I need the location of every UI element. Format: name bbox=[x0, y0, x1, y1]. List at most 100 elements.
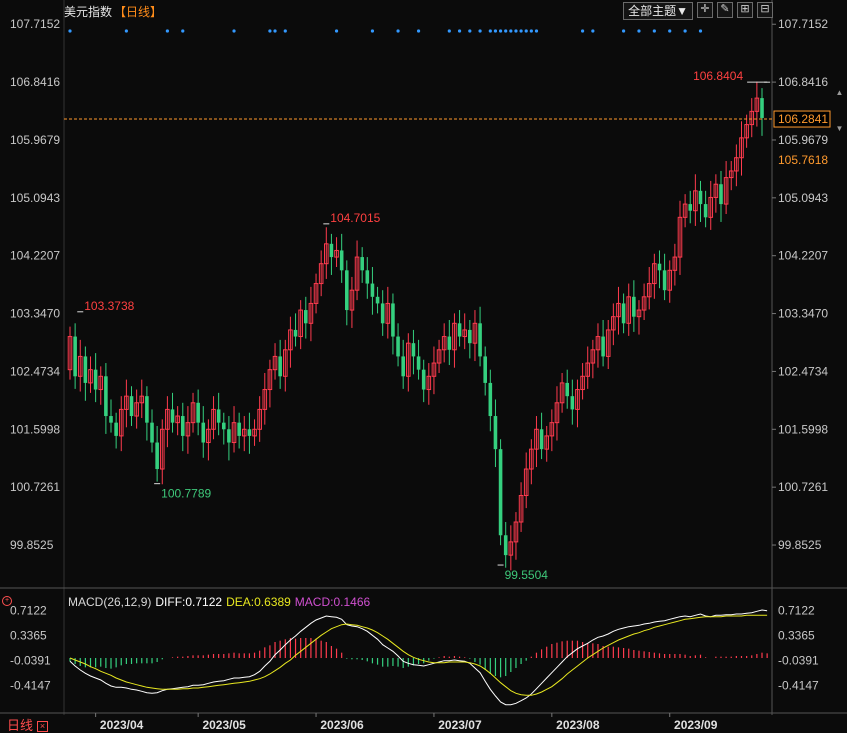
price-tick-left: 105.0943 bbox=[10, 191, 60, 205]
time-axis-label: 2023/06 bbox=[320, 718, 364, 732]
macd-legend: MACD(26,12,9) DIFF:0.7122 DEA:0.6389 MACD:0… bbox=[68, 594, 374, 610]
candle-body bbox=[345, 270, 349, 311]
price-tick-left: 105.9679 bbox=[10, 133, 60, 147]
price-tick-right: 104.2207 bbox=[778, 249, 828, 263]
draw-tool-icon[interactable]: ✎ bbox=[717, 2, 733, 18]
candle-body bbox=[468, 329, 472, 344]
candle-body bbox=[503, 535, 508, 556]
crosshair-tool-icon[interactable]: ✛ bbox=[697, 2, 713, 18]
event-dot bbox=[652, 29, 656, 33]
price-tick-left: 101.5998 bbox=[10, 422, 60, 436]
candle-body bbox=[411, 343, 416, 357]
event-dot bbox=[493, 29, 498, 33]
candle-body bbox=[114, 422, 118, 436]
event-dot bbox=[524, 29, 528, 33]
candle-body bbox=[93, 369, 98, 390]
macd-tick-right: 0.7122 bbox=[778, 604, 815, 618]
secondary-price-label: 105.7618 bbox=[778, 153, 828, 167]
macd-diff-value: DIFF:0.7122 bbox=[155, 595, 223, 609]
candle-body bbox=[201, 422, 206, 443]
top-toolbar: 全部主题▼ ✛ ✎ ⊞ ⊟ bbox=[623, 2, 773, 20]
indicator-settings-icon[interactable]: + bbox=[2, 596, 12, 606]
candle-body bbox=[565, 382, 570, 397]
candle-body bbox=[621, 303, 626, 324]
candle-body bbox=[447, 336, 452, 350]
macd-tick-right: 0.3365 bbox=[778, 629, 815, 643]
event-dot bbox=[370, 29, 375, 33]
price-tick-right: 105.0943 bbox=[778, 191, 828, 205]
candle-body bbox=[401, 356, 405, 377]
candle-body bbox=[498, 449, 503, 536]
event-dot bbox=[283, 29, 287, 33]
candle-body bbox=[703, 204, 708, 218]
event-dot bbox=[468, 29, 472, 33]
event-dot bbox=[514, 29, 518, 33]
event-dot bbox=[622, 29, 626, 33]
candle-body bbox=[396, 336, 400, 357]
macd-dea-value: DEA:0.6389 bbox=[226, 595, 291, 609]
candle-body bbox=[247, 429, 252, 436]
chart-title: 美元指数 【日线】 bbox=[64, 3, 162, 21]
event-dot bbox=[181, 29, 185, 33]
price-tick-right: 105.9679 bbox=[778, 133, 828, 147]
candle-body bbox=[632, 296, 636, 317]
candle-body bbox=[293, 329, 298, 337]
time-axis-label: 2023/08 bbox=[556, 718, 600, 732]
macd-tick-right: -0.0391 bbox=[778, 654, 819, 668]
candle-body bbox=[104, 376, 108, 417]
period-tab-daily[interactable]: 日线 bbox=[7, 718, 33, 733]
event-dot bbox=[68, 29, 72, 33]
candle-body bbox=[483, 356, 487, 383]
period-label: 【日线】 bbox=[114, 5, 163, 19]
event-dot bbox=[698, 29, 703, 33]
time-axis-label: 2023/07 bbox=[438, 718, 482, 732]
candle-body bbox=[221, 422, 226, 430]
candle-body bbox=[303, 310, 308, 324]
theme-select-button[interactable]: 全部主题▼ bbox=[623, 2, 693, 20]
close-icon[interactable]: × bbox=[37, 721, 48, 732]
scroll-down-icon[interactable]: ▼ bbox=[835, 124, 844, 133]
event-dot bbox=[519, 29, 523, 33]
candle-body bbox=[662, 270, 667, 291]
price-tick-right: 100.7261 bbox=[778, 480, 828, 494]
scroll-up-icon[interactable]: ▲ bbox=[835, 88, 844, 97]
candle-body bbox=[329, 243, 334, 258]
price-tick-right: 106.8416 bbox=[778, 75, 828, 89]
candle-body bbox=[83, 356, 88, 383]
macd-dea-line bbox=[69, 614, 768, 696]
price-tick-left: 104.2207 bbox=[10, 249, 60, 263]
macd-tick-left: 0.7122 bbox=[10, 604, 47, 618]
candle-body bbox=[488, 382, 493, 417]
price-tick-left: 102.4734 bbox=[10, 364, 60, 378]
macd-tick-left: -0.4147 bbox=[10, 679, 51, 693]
annotation-label: 106.8404 bbox=[693, 69, 743, 83]
event-dot bbox=[534, 29, 539, 33]
event-dot bbox=[416, 29, 421, 33]
event-dot bbox=[637, 29, 641, 33]
event-dot bbox=[529, 29, 533, 33]
annotation-label: 100.7789 bbox=[161, 487, 211, 501]
price-tick-left: 106.8416 bbox=[10, 75, 60, 89]
event-dot bbox=[509, 29, 513, 33]
event-dot bbox=[488, 29, 492, 33]
chart-canvas[interactable]: 107.7152 107.7152 106.8416 106.8416 105.9679… bbox=[0, 0, 847, 733]
macd-tick-left: 0.3365 bbox=[10, 629, 47, 643]
price-tick-right: 99.8525 bbox=[778, 538, 822, 552]
candle-body bbox=[145, 396, 149, 423]
candle-body bbox=[478, 323, 482, 357]
candle-body bbox=[416, 356, 421, 370]
candle-body bbox=[216, 409, 221, 423]
price-tick-right: 107.7152 bbox=[778, 17, 828, 31]
price-tick-left: 107.7152 bbox=[10, 17, 60, 31]
candle-body bbox=[278, 356, 282, 377]
price-tick-left: 103.3470 bbox=[10, 307, 60, 321]
candle-body bbox=[170, 409, 175, 423]
zoom-in-icon[interactable]: ⊞ bbox=[737, 2, 753, 18]
annotation-label: 104.7015 bbox=[330, 211, 380, 225]
zoom-out-icon[interactable]: ⊟ bbox=[757, 2, 773, 18]
event-dot bbox=[498, 29, 503, 33]
candle-body bbox=[391, 303, 395, 337]
macd-hist-value: MACD:0.1466 bbox=[294, 595, 371, 609]
candle-body bbox=[698, 190, 703, 205]
candle-body bbox=[539, 429, 544, 450]
